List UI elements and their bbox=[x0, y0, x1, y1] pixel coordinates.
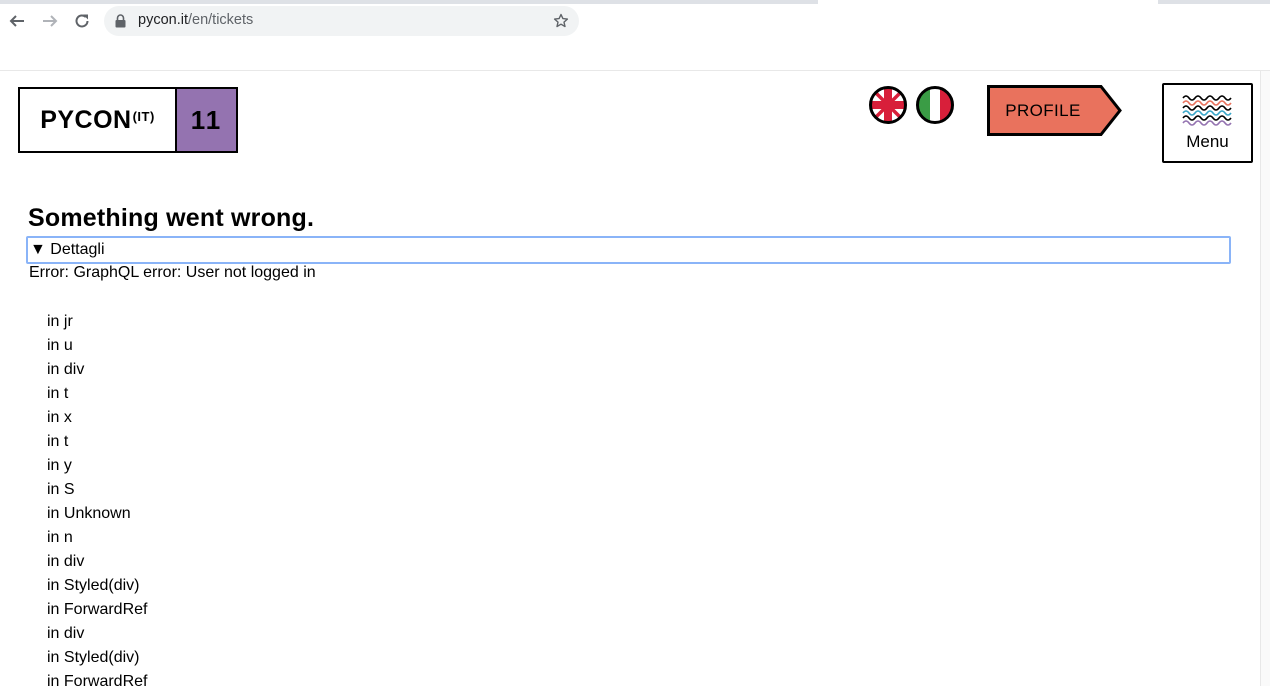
logo-name: PYCON (IT) bbox=[20, 89, 177, 151]
component-stack: in jr in u in div in t in x in t in y in S in Un… bbox=[47, 312, 147, 696]
stack-line: in div bbox=[47, 553, 85, 570]
uk-flag-icon[interactable] bbox=[868, 85, 908, 125]
details-toggle[interactable]: ▼ Dettagli bbox=[26, 236, 1231, 264]
stack-line: in u bbox=[47, 337, 73, 354]
logo-edition: 11 bbox=[177, 89, 236, 151]
waves-icon bbox=[1182, 95, 1232, 126]
error-title: Something went wrong. bbox=[28, 204, 315, 232]
address-bar[interactable]: pycon.it/en/tickets bbox=[104, 6, 579, 36]
forward-button[interactable] bbox=[39, 10, 61, 32]
url-text: pycon.it/en/tickets bbox=[138, 12, 254, 28]
stack-line: in y bbox=[47, 457, 72, 474]
reload-icon bbox=[75, 14, 89, 28]
stack-line: in t bbox=[47, 433, 69, 450]
details-summary[interactable]: ▼ Dettagli bbox=[30, 241, 105, 259]
page-scrollbar[interactable] bbox=[1260, 71, 1270, 686]
bookmark-star-icon[interactable] bbox=[553, 13, 569, 29]
profile-button[interactable]: PROFILE bbox=[987, 85, 1123, 136]
profile-label: PROFILE bbox=[1005, 100, 1081, 120]
stack-line: in div bbox=[47, 361, 85, 378]
stack-line: in S bbox=[47, 481, 75, 498]
error-message: Error: GraphQL error: User not logged in bbox=[29, 264, 316, 281]
reload-button[interactable] bbox=[71, 10, 93, 32]
stack-line: in Styled(div) bbox=[47, 649, 140, 666]
stack-line: in div bbox=[47, 625, 85, 642]
arrow-right-icon bbox=[43, 15, 58, 27]
menu-label: Menu bbox=[1186, 132, 1229, 151]
stack-line: in t bbox=[47, 385, 69, 402]
back-button[interactable] bbox=[6, 10, 28, 32]
stack-line: in x bbox=[47, 409, 72, 426]
menu-button[interactable]: Menu bbox=[1162, 83, 1253, 163]
stack-line: in jr bbox=[47, 313, 73, 330]
stack-line: in n bbox=[47, 529, 73, 546]
lock-icon bbox=[115, 14, 126, 28]
stack-line: in Unknown bbox=[47, 505, 131, 522]
arrow-left-icon bbox=[9, 15, 24, 27]
stack-line: in Styled(div) bbox=[47, 577, 140, 594]
stack-line: in ForwardRef bbox=[47, 673, 148, 690]
italy-flag-icon[interactable] bbox=[915, 85, 955, 125]
stack-line: in ForwardRef bbox=[47, 601, 148, 618]
browser-toolbar: pycon.it/en/tickets bbox=[0, 4, 1270, 38]
toolbar-divider bbox=[0, 70, 1270, 71]
pycon-logo[interactable]: PYCON (IT) 11 bbox=[18, 87, 238, 153]
